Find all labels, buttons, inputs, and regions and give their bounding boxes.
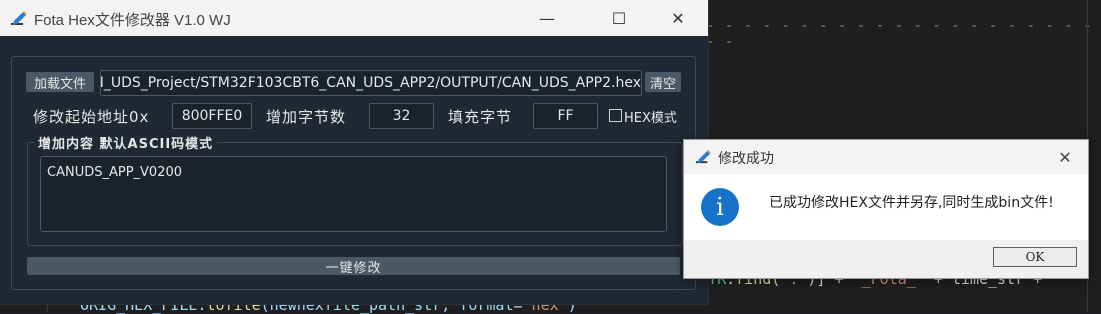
dialog-close-button[interactable]: ✕ bbox=[1042, 140, 1088, 174]
pen-app-icon bbox=[695, 149, 712, 164]
start-address-input[interactable]: 800FFE0 bbox=[172, 103, 252, 129]
add-bytes-input[interactable]: 32 bbox=[369, 103, 434, 129]
close-button[interactable]: ✕ bbox=[655, 0, 701, 36]
hex-mode-checkbox[interactable] bbox=[609, 109, 622, 122]
window-title: Fota Hex文件修改器 V1.0 WJ bbox=[34, 12, 231, 29]
start-address-label: 修改起始地址0x bbox=[33, 108, 150, 126]
dialog-footer: OK bbox=[684, 240, 1088, 278]
content-text: CANUDS_APP_V0200 bbox=[47, 165, 183, 180]
dialog-body: i 已成功修改HEX文件并另存,同时生成bin文件! bbox=[684, 174, 1088, 240]
success-dialog: 修改成功 ✕ i 已成功修改HEX文件并另存,同时生成bin文件! OK bbox=[683, 139, 1089, 279]
code-comment-dashes: - - - - - - - - - - - - - - - - - - - - … bbox=[706, 18, 1093, 50]
dialog-message: 已成功修改HEX文件并另存,同时生成bin文件! bbox=[769, 195, 1054, 211]
pen-app-icon bbox=[11, 11, 27, 25]
info-icon: i bbox=[701, 188, 739, 226]
file-path-input[interactable]: CAN_UDS_Project/STM32F103CBT6_CAN_UDS_AP… bbox=[100, 70, 642, 96]
window-titlebar: Fota Hex文件修改器 V1.0 WJ — ☐ ✕ bbox=[0, 0, 708, 36]
content-textarea[interactable]: CANUDS_APP_V0200 bbox=[40, 156, 667, 232]
minimize-button[interactable]: — bbox=[524, 0, 570, 36]
content-group-title: 增加内容 默认ASCII码模式 bbox=[34, 133, 218, 152]
fill-byte-input[interactable]: FF bbox=[533, 103, 598, 129]
add-bytes-label: 增加字节数 bbox=[266, 108, 347, 126]
load-file-button[interactable]: 加载文件 bbox=[26, 72, 94, 92]
fill-byte-label: 填充字节 bbox=[448, 108, 513, 126]
dialog-title: 修改成功 bbox=[718, 151, 774, 167]
dialog-titlebar: 修改成功 ✕ bbox=[684, 140, 1088, 174]
maximize-button[interactable]: ☐ bbox=[596, 0, 642, 36]
clear-button[interactable]: 清空 bbox=[645, 72, 681, 92]
hex-mode-label: HEX模式 bbox=[624, 111, 677, 126]
main-window: Fota Hex文件修改器 V1.0 WJ — ☐ ✕ 加载文件 CAN_UDS… bbox=[0, 0, 708, 304]
ok-button[interactable]: OK bbox=[993, 247, 1077, 267]
one-click-modify-button[interactable]: 一键修改 bbox=[27, 257, 680, 276]
